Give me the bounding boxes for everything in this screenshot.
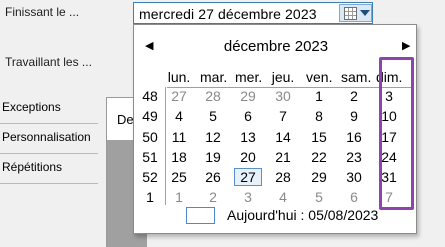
- weeknum-divider: [165, 87, 166, 205]
- side-tabs: Exceptions Personnalisation Répétitions: [0, 94, 98, 184]
- day-cell[interactable]: 9: [341, 108, 367, 124]
- day-cell[interactable]: 29: [306, 169, 332, 185]
- day-cell[interactable]: 6: [235, 108, 261, 124]
- calendar-icon: [344, 7, 357, 20]
- day-name-3: jeu.: [271, 69, 295, 85]
- day-cell[interactable]: 26: [200, 169, 226, 185]
- tab-exceptions[interactable]: Exceptions: [0, 94, 98, 124]
- day-cell[interactable]: 2: [341, 88, 367, 104]
- day-cell[interactable]: 6: [341, 189, 367, 205]
- day-cell[interactable]: 11: [166, 129, 192, 145]
- day-cell[interactable]: 15: [306, 129, 332, 145]
- day-cell[interactable]: 25: [166, 169, 192, 185]
- day-name-1: mar.: [200, 69, 228, 85]
- panel-text: De: [117, 112, 134, 127]
- next-month-button[interactable]: ▶: [402, 39, 410, 52]
- day-cell[interactable]: 28: [270, 169, 296, 185]
- day-name-5: sam.: [341, 69, 372, 85]
- week-number: 51: [142, 149, 158, 165]
- selected-day-cell[interactable]: 27: [234, 168, 262, 186]
- day-cell[interactable]: 19: [200, 149, 226, 165]
- today-indicator-box: [186, 207, 215, 224]
- tab-repetitions[interactable]: Répétitions: [0, 154, 98, 184]
- day-cell[interactable]: 4: [270, 189, 296, 205]
- sunday-column-highlight: [379, 57, 414, 210]
- day-cell[interactable]: 3: [235, 189, 261, 205]
- day-cell[interactable]: 20: [235, 149, 261, 165]
- day-cell[interactable]: 16: [341, 129, 367, 145]
- day-cell[interactable]: 18: [166, 149, 192, 165]
- day-cell[interactable]: 1: [166, 189, 192, 205]
- working-label: Travaillant les ...: [5, 55, 92, 69]
- day-cell[interactable]: 5: [306, 189, 332, 205]
- day-cell[interactable]: 8: [306, 108, 332, 124]
- week-number: 48: [142, 88, 158, 104]
- week-number: 50: [142, 129, 158, 145]
- day-cell[interactable]: 7: [270, 108, 296, 124]
- week-number: 49: [142, 108, 158, 124]
- calendar-popup: ◀ décembre 2023 ▶ lun. mar. mer. jeu. ven. sa…: [133, 24, 417, 234]
- finishing-label: Finissant le ...: [5, 5, 80, 19]
- day-cell[interactable]: 28: [200, 88, 226, 104]
- today-link[interactable]: Aujourd'hui : 05/08/2023: [227, 207, 378, 223]
- date-value: mercredi 27 décembre 2023: [139, 6, 317, 22]
- date-picker-field[interactable]: mercredi 27 décembre 2023: [133, 2, 373, 24]
- tab-personnalisation[interactable]: Personnalisation: [0, 124, 98, 154]
- day-cell[interactable]: 30: [341, 169, 367, 185]
- day-cell[interactable]: 22: [306, 149, 332, 165]
- day-cell[interactable]: 29: [235, 88, 261, 104]
- week-number: 52: [142, 169, 158, 185]
- week-number: 1: [146, 189, 154, 205]
- day-name-2: mer.: [235, 69, 263, 85]
- day-cell[interactable]: 27: [166, 88, 192, 104]
- month-title: décembre 2023: [223, 38, 329, 55]
- day-name-0: lun.: [167, 69, 191, 85]
- day-cell[interactable]: 13: [235, 129, 261, 145]
- day-name-4: ven.: [306, 69, 333, 85]
- day-cell[interactable]: 5: [200, 108, 226, 124]
- day-cell[interactable]: 23: [341, 149, 367, 165]
- day-cell[interactable]: 30: [270, 88, 296, 104]
- day-cell[interactable]: 4: [166, 108, 192, 124]
- day-cell[interactable]: 14: [270, 129, 296, 145]
- day-cell[interactable]: 12: [200, 129, 226, 145]
- dropdown-arrow-icon: [360, 10, 370, 16]
- day-cell[interactable]: 1: [306, 88, 332, 104]
- calendar-dropdown-button[interactable]: [339, 4, 372, 22]
- day-cell[interactable]: 21: [270, 149, 296, 165]
- day-cell[interactable]: 2: [200, 189, 226, 205]
